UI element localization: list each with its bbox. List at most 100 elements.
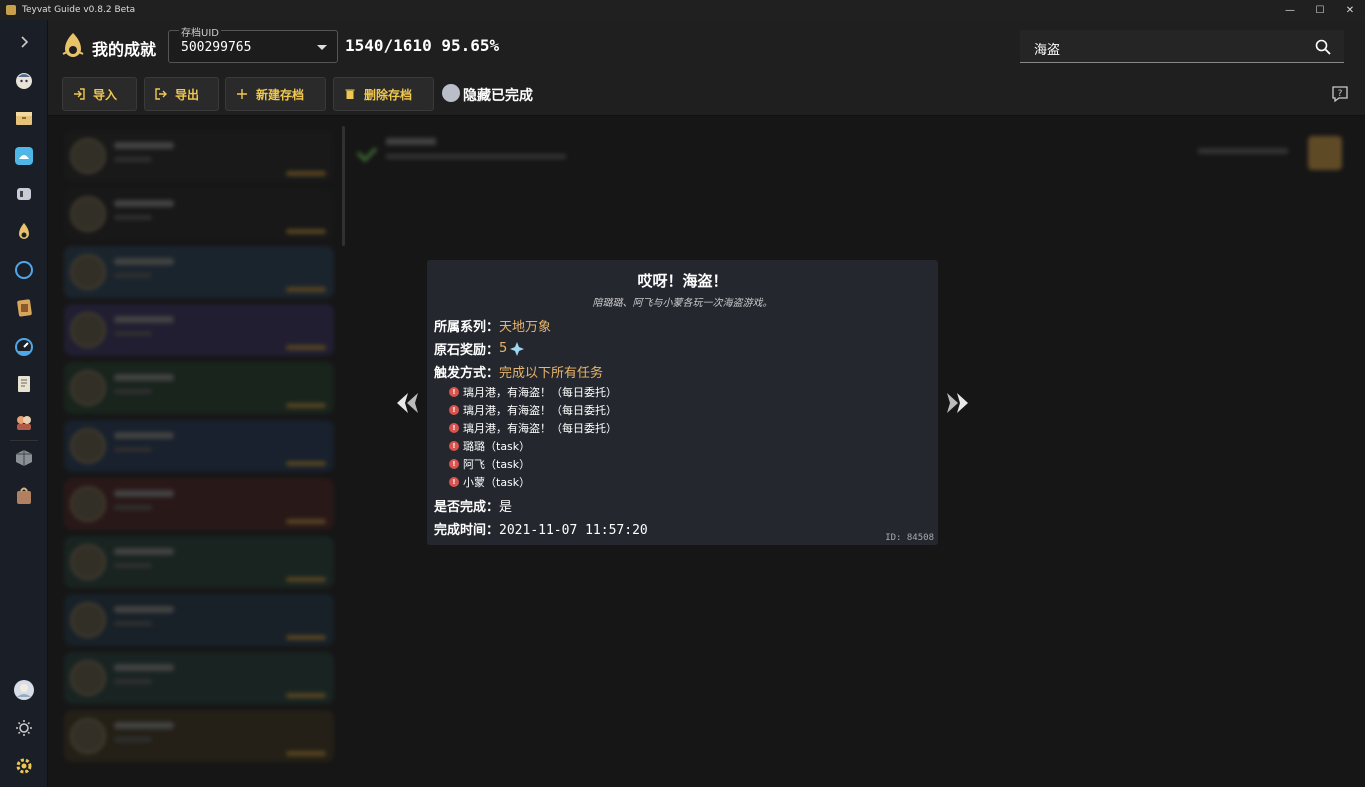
task-item: ! 小蒙（task） <box>449 474 530 490</box>
series-row: 所属系列：天地万象 <box>434 316 551 335</box>
archive-uid-select[interactable]: 存档UID 500299765 <box>168 24 338 63</box>
hide-completed-toggle[interactable] <box>442 84 460 102</box>
sidebar-item-achievement[interactable] <box>10 218 38 246</box>
svg-text:?: ? <box>1338 89 1343 99</box>
completed-row: 是否完成：是 <box>434 496 512 515</box>
reward-value: 5 <box>499 341 508 356</box>
user-avatar[interactable] <box>10 676 38 704</box>
trigger-row: 触发方式：完成以下所有任务 <box>434 362 603 381</box>
primogem-icon <box>510 341 525 356</box>
maximize-button[interactable]: ☐ <box>1305 0 1335 20</box>
page-title: 我的成就 <box>92 40 157 59</box>
sidebar-item-home[interactable] <box>10 66 38 94</box>
sidebar-item-wish[interactable] <box>10 142 38 170</box>
paimon-icon <box>16 73 32 89</box>
list-item[interactable] <box>64 304 334 356</box>
task-item: ! 璐璐（task） <box>449 438 530 454</box>
task-incomplete-icon: ! <box>449 477 459 487</box>
sidebar-item-stats[interactable] <box>10 332 38 360</box>
list-item[interactable] <box>64 536 334 588</box>
task-incomplete-icon: ! <box>449 387 459 397</box>
theme-icon <box>16 720 32 736</box>
new-archive-button[interactable]: 新建存档 <box>225 77 326 111</box>
list-scrollbar[interactable] <box>342 126 345 246</box>
plus-icon <box>237 89 247 99</box>
search-input[interactable]: 海盗 <box>1020 30 1344 63</box>
sidebar-item-box[interactable] <box>10 444 38 472</box>
compass-icon <box>15 261 33 279</box>
window-controls: — ☐ ✕ <box>1275 0 1365 20</box>
settings-icon <box>16 758 32 774</box>
task-incomplete-icon: ! <box>449 423 459 433</box>
reward-row: 原石奖励： 5 <box>434 339 525 358</box>
list-item[interactable] <box>64 246 334 298</box>
achievement-category-list <box>64 128 336 787</box>
list-item[interactable] <box>64 710 334 762</box>
list-item[interactable] <box>64 594 334 646</box>
page-header: 我的成就 存档UID 500299765 1540/1610 95.65% 海盗… <box>48 20 1365 116</box>
settings-button[interactable] <box>10 752 38 780</box>
achievement-title: 哎呀！海盗！ <box>637 272 728 290</box>
list-item[interactable] <box>64 652 334 704</box>
sidebar-item-notebook[interactable] <box>10 370 38 398</box>
list-item[interactable] <box>64 420 334 472</box>
next-arrow-icon[interactable] <box>945 390 971 416</box>
bag-icon <box>17 487 31 504</box>
task-label: 璃月港，有海盗！（每日委托） <box>463 422 617 435</box>
task-label: 阿飞（task） <box>463 458 531 471</box>
minimize-button[interactable]: — <box>1275 0 1305 20</box>
notebook-icon <box>18 376 30 392</box>
app-icon <box>6 5 16 15</box>
series-label: 所属系列： <box>434 320 500 335</box>
window-title: Teyvat Guide v0.8.2 Beta <box>22 5 136 15</box>
import-button[interactable]: 导入 <box>62 77 137 111</box>
search-icon[interactable] <box>1314 38 1332 56</box>
chevron-down-icon <box>317 45 327 50</box>
sidebar-item-map[interactable] <box>10 256 38 284</box>
help-icon[interactable]: ? <box>1331 85 1349 103</box>
theme-toggle-button[interactable] <box>10 714 38 742</box>
list-item[interactable] <box>64 130 334 182</box>
sidebar-item-games[interactable] <box>10 180 38 208</box>
export-button[interactable]: 导出 <box>144 77 219 111</box>
sidebar-item-inventory[interactable] <box>10 104 38 132</box>
archive-uid-label: 存档UID <box>179 24 221 39</box>
import-icon <box>74 88 85 100</box>
gauge-icon <box>15 338 33 356</box>
previous-arrow-icon[interactable] <box>394 390 420 416</box>
list-item[interactable] <box>64 188 334 240</box>
sidebar-item-cards[interactable] <box>10 294 38 322</box>
list-item[interactable] <box>64 478 334 530</box>
achievement-progress: 1540/1610 95.65% <box>345 36 500 55</box>
avatar-icon <box>14 680 34 700</box>
export-label: 导出 <box>175 87 200 102</box>
sidebar-item-bag[interactable] <box>10 482 38 510</box>
achievement-icon <box>19 223 29 239</box>
achievement-id: ID: 84508 <box>885 533 934 543</box>
hide-completed-label: 隐藏已完成 <box>463 88 533 104</box>
achievement-row[interactable] <box>352 128 1348 180</box>
completed-label: 是否完成： <box>434 500 500 515</box>
sidebar-item-characters[interactable] <box>10 408 38 436</box>
delete-archive-button[interactable]: 删除存档 <box>333 77 434 111</box>
wish-icon <box>15 147 33 165</box>
trigger-label: 触发方式： <box>434 366 500 381</box>
card-icon <box>17 299 32 317</box>
achievement-description: 陪璐璐、阿飞与小蒙各玩一次海盗游戏。 <box>592 298 773 309</box>
task-item: ! 璃月港，有海盗！（每日委托） <box>449 384 617 400</box>
search-input-value: 海盗 <box>1034 43 1061 58</box>
achievement-detail-dialog: 哎呀！海盗！ 陪璐璐、阿飞与小蒙各玩一次海盗游戏。 所属系列：天地万象 原石奖励… <box>427 260 938 545</box>
task-item: ! 璃月港，有海盗！（每日委托） <box>449 420 617 436</box>
close-button[interactable]: ✕ <box>1335 0 1365 20</box>
task-incomplete-icon: ! <box>449 459 459 469</box>
list-item[interactable] <box>64 362 334 414</box>
sidebar <box>0 20 48 787</box>
title-bar: Teyvat Guide v0.8.2 Beta — ☐ ✕ <box>0 0 1365 20</box>
import-label: 导入 <box>93 87 118 102</box>
inventory-icon <box>16 112 32 125</box>
task-incomplete-icon: ! <box>449 441 459 451</box>
completed-value: 是 <box>499 500 513 515</box>
achievement-logo-icon <box>62 33 84 57</box>
expand-sidebar-button[interactable] <box>10 28 38 56</box>
task-label: 璐璐（task） <box>463 440 531 453</box>
